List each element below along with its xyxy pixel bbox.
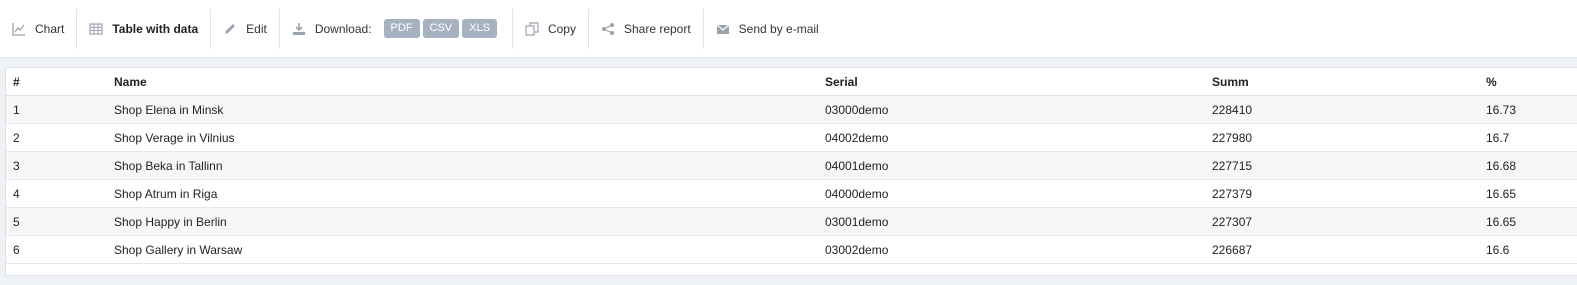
cell-name: Shop Verage in Vilnius	[107, 123, 818, 152]
data-table: # Name Serial Summ % 1 Shop Elena in Min…	[6, 68, 1577, 264]
copy-icon	[525, 21, 539, 36]
cell-name: Shop Gallery in Warsaw	[107, 235, 818, 264]
data-table-container: # Name Serial Summ % 1 Shop Elena in Min…	[5, 67, 1577, 276]
cell-summ: 228410	[1205, 95, 1479, 124]
column-header-summ[interactable]: Summ	[1205, 68, 1479, 96]
download-pdf-button[interactable]: PDF	[383, 19, 420, 38]
edit-button-label: Edit	[246, 21, 267, 36]
cell-percent: 16.65	[1479, 179, 1577, 208]
table-row: 4 Shop Atrum in Riga 04000demo 227379 16…	[6, 179, 1577, 208]
cell-number: 5	[6, 207, 107, 236]
download-csv-button[interactable]: CSV	[422, 19, 460, 38]
copy-button[interactable]: Copy	[513, 9, 588, 49]
column-header-serial[interactable]: Serial	[818, 68, 1205, 96]
cell-serial: 04000demo	[818, 179, 1205, 208]
line-chart-icon	[12, 22, 26, 36]
download-icon	[292, 22, 306, 36]
download-label: Download:	[314, 21, 372, 36]
cell-summ: 227980	[1205, 123, 1479, 152]
cell-number: 3	[6, 151, 107, 180]
column-header-percent[interactable]: %	[1479, 68, 1577, 96]
download-group: Download: PDF CSV XLS	[280, 9, 512, 49]
table-row: 3 Shop Beka in Tallinn 04001demo 227715 …	[6, 151, 1577, 180]
copy-button-label: Copy	[547, 21, 576, 36]
table-with-data-label: Table with data	[112, 21, 199, 36]
cell-summ: 227715	[1205, 151, 1479, 180]
table-row: 2 Shop Verage in Vilnius 04002demo 22798…	[6, 123, 1577, 152]
cell-name: Shop Elena in Minsk	[107, 95, 818, 124]
cell-percent: 16.6	[1479, 235, 1577, 264]
cell-percent: 16.7	[1479, 123, 1577, 152]
cell-percent: 16.73	[1479, 95, 1577, 124]
share-report-button[interactable]: Share report	[589, 9, 703, 49]
table-icon	[89, 22, 103, 36]
cell-serial: 03002demo	[818, 235, 1205, 264]
table-row: 6 Shop Gallery in Warsaw 03002demo 22668…	[6, 235, 1577, 264]
column-header-name[interactable]: Name	[107, 68, 818, 96]
pencil-icon	[223, 22, 237, 36]
cell-serial: 03001demo	[818, 207, 1205, 236]
table-row: 1 Shop Elena in Minsk 03000demo 228410 1…	[6, 95, 1577, 124]
table-row: 5 Shop Happy in Berlin 03001demo 227307 …	[6, 207, 1577, 236]
send-email-label: Send by e-mail	[738, 21, 819, 36]
cell-name: Shop Atrum in Riga	[107, 179, 818, 208]
cell-name: Shop Beka in Tallinn	[107, 151, 818, 180]
send-email-button[interactable]: Send by e-mail	[704, 9, 831, 49]
cell-serial: 04002demo	[818, 123, 1205, 152]
cell-percent: 16.68	[1479, 151, 1577, 180]
cell-serial: 03000demo	[818, 95, 1205, 124]
cell-number: 6	[6, 235, 107, 264]
cell-number: 2	[6, 123, 107, 152]
share-icon	[601, 22, 615, 36]
envelope-icon	[716, 22, 730, 36]
cell-summ: 226687	[1205, 235, 1479, 264]
edit-button[interactable]: Edit	[211, 9, 279, 49]
cell-number: 4	[6, 179, 107, 208]
download-xls-button[interactable]: XLS	[462, 19, 497, 38]
chart-button-label: Chart	[35, 21, 65, 36]
table-header-row: # Name Serial Summ %	[6, 68, 1577, 96]
chart-button[interactable]: Chart	[0, 9, 76, 49]
share-report-label: Share report	[623, 21, 691, 36]
report-toolbar: Chart Table with data Edit Download: PDF…	[0, 0, 1577, 58]
cell-summ: 227307	[1205, 207, 1479, 236]
column-header-number[interactable]: #	[6, 68, 107, 96]
cell-name: Shop Happy in Berlin	[107, 207, 818, 236]
table-with-data-button[interactable]: Table with data	[77, 9, 210, 49]
cell-serial: 04001demo	[818, 151, 1205, 180]
cell-summ: 227379	[1205, 179, 1479, 208]
cell-percent: 16.65	[1479, 207, 1577, 236]
cell-number: 1	[6, 95, 107, 124]
